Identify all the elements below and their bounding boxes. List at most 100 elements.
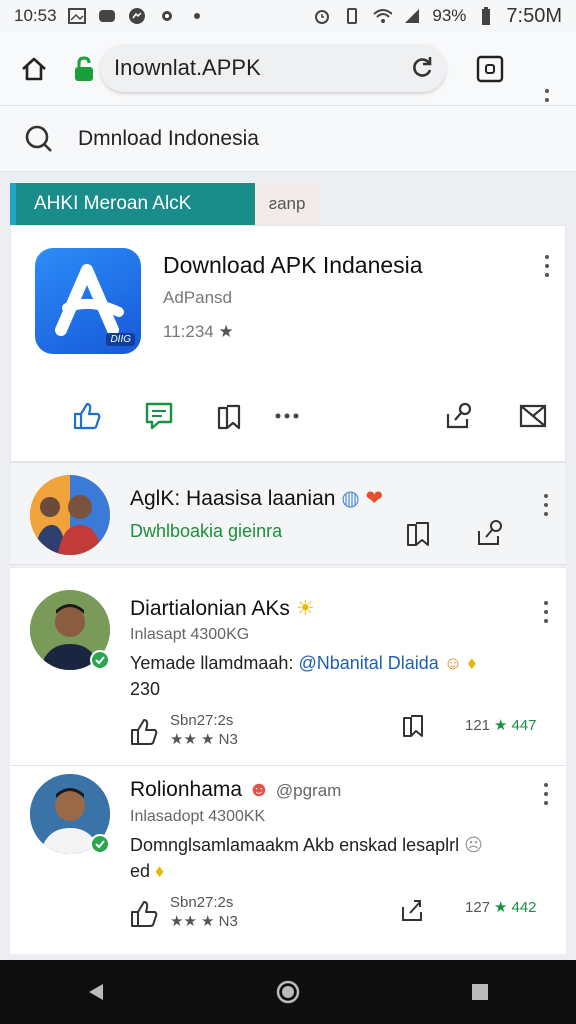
notification-subtitle: Dwhlboakia gieinra <box>130 521 283 541</box>
wifi-icon <box>372 7 393 25</box>
commenter-name-text: Rolionhama <box>130 778 243 801</box>
notification-card[interactable]: AglK: Haasisa laanian ◍ ❤ Dwhlboakia gie… <box>10 462 566 565</box>
comment-like-button[interactable] <box>128 716 160 748</box>
comment-save-button[interactable] <box>398 710 428 740</box>
tabs-icon <box>476 55 504 83</box>
app-action-row <box>11 396 567 444</box>
comment-counts: 127 ★ 442 <box>465 898 537 917</box>
comment-menu-button[interactable] <box>536 598 556 626</box>
vibrate-icon <box>342 7 362 25</box>
app-developer: AdPansd <box>163 288 232 307</box>
app-logo-icon[interactable]: DIIG <box>35 248 141 354</box>
search-query: Dmnload Indonesia <box>78 126 259 150</box>
notification-title-text: AglK: Haasisa laanian <box>130 487 336 510</box>
globe-emoji-icon: ◍ <box>341 487 360 510</box>
comment-count-right: 447 <box>511 716 537 734</box>
content-tab-strip: AHKI Meroan AlcK ƨanp <box>10 183 319 225</box>
comment-body-text: Domnglsamlamaakm Akb enskad lesaplrl <box>130 835 460 855</box>
notification-menu-button[interactable] <box>536 491 556 519</box>
system-nav-bar <box>0 960 576 1024</box>
commenter-name: Diartialonian AKs ☀ <box>130 596 315 621</box>
url-bar[interactable]: Inownlat.APPK <box>100 44 446 92</box>
blush-emoji-icon: ☻ <box>247 778 271 801</box>
comment-date-sub: ★★ ★ N3 <box>170 913 238 930</box>
online-badge <box>90 834 110 854</box>
comment-counts: 121 ★ 447 <box>465 716 537 735</box>
comment-icon <box>145 402 173 430</box>
messenger-icon <box>127 7 147 25</box>
back-button[interactable] <box>76 972 116 1012</box>
app-title: Download APK Indanesia <box>163 252 423 278</box>
comment-body: Domnglsamlamaakm Akb enskad lesaplrl ☹ e… <box>130 832 550 884</box>
online-badge <box>90 650 110 670</box>
comment-meta: Inlasadopt 4300KK <box>130 808 266 825</box>
notification-save-button[interactable] <box>402 517 434 549</box>
recents-icon <box>472 984 488 1000</box>
bookmark-icon <box>403 715 423 737</box>
home-icon <box>22 57 46 81</box>
thumbs-up-icon <box>131 901 158 927</box>
like-button[interactable] <box>67 396 107 436</box>
comment-body-text: Yemade llamdmaah: <box>130 653 299 673</box>
comment-meta: Inlasapt 4300KG <box>130 626 250 643</box>
app-rating: 11:234 ★ <box>163 322 234 342</box>
comment-button[interactable] <box>139 396 179 436</box>
face-emoji-icon: ☹ <box>464 835 483 855</box>
share-button[interactable] <box>439 396 479 436</box>
app-icon-badge: DIIG <box>106 333 135 346</box>
app-notification-icon <box>97 7 117 25</box>
group-avatar[interactable] <box>30 475 110 555</box>
more-actions-button[interactable] <box>267 396 307 436</box>
save-button[interactable] <box>209 396 249 436</box>
comment-count-left: 127 <box>465 898 491 916</box>
status-time-right: 7:50M <box>506 4 562 27</box>
status-right: 93% 7:50M <box>312 5 562 28</box>
tab-other-label: ƨanp <box>268 194 306 213</box>
comment-share-button[interactable] <box>398 894 428 924</box>
comment-count-left: 121 <box>465 716 491 734</box>
home-nav-button[interactable] <box>268 972 308 1012</box>
comment-date-sub: ★★ ★ N3 <box>170 731 238 748</box>
app-menu-button[interactable] <box>537 252 557 280</box>
commenter-name-text: Diartialonian AKs <box>130 597 290 620</box>
thumbs-up-icon <box>131 719 158 745</box>
status-left: 10:53 <box>14 6 207 26</box>
gallery-icon <box>67 7 87 25</box>
status-bar: 10:53 93% 7:50M <box>0 0 576 32</box>
comment-mention-link[interactable]: @Nbanital Dlaida <box>298 653 438 673</box>
sun-emoji-icon: ☀ <box>295 597 315 620</box>
alarm-icon <box>312 7 332 25</box>
notification-share-button[interactable] <box>474 517 506 549</box>
comment-date-text: Sbn27:2s <box>170 894 234 911</box>
battery-icon <box>476 7 496 25</box>
comment-body-line2: 230 <box>130 679 161 699</box>
tabs-button[interactable] <box>472 51 508 87</box>
recents-button[interactable] <box>460 972 500 1012</box>
tab-active[interactable]: AHKI Meroan AlcK <box>10 183 255 225</box>
home-circle-icon <box>276 980 300 1004</box>
reload-button[interactable] <box>408 54 436 82</box>
bulb-emoji-icon: ♦ <box>467 653 477 673</box>
signal-icon <box>402 7 422 25</box>
bulb-emoji-icon: ♦ <box>155 861 165 881</box>
battery-level: 93% <box>432 6 467 25</box>
search-row[interactable]: Dmnload Indonesia <box>0 106 576 172</box>
tab-other[interactable]: ƨanp <box>255 183 319 225</box>
heart-emoji-icon: ❤ <box>365 487 384 510</box>
comment-date: Sbn27:2s ★★ ★ N3 <box>170 711 238 749</box>
comment-body-line2: ed <box>130 861 151 881</box>
more-notifications-dot <box>187 7 207 25</box>
secure-lock-icon <box>66 51 102 87</box>
reload-icon <box>413 57 432 77</box>
app-card[interactable]: DIIG Download APK Indanesia AdPansd 11:2… <box>10 225 566 462</box>
search-icon <box>25 125 52 152</box>
comment-count-right: 442 <box>511 898 537 916</box>
share-icon <box>478 520 502 545</box>
report-button[interactable] <box>513 396 553 436</box>
notification-title: AglK: Haasisa laanian ◍ ❤ <box>130 486 383 511</box>
comment-like-button[interactable] <box>128 898 160 930</box>
check-icon <box>95 656 105 665</box>
home-button[interactable] <box>16 51 52 87</box>
comment-date: Sbn27:2s ★★ ★ N3 <box>170 893 238 931</box>
comment-menu-button[interactable] <box>536 780 556 808</box>
